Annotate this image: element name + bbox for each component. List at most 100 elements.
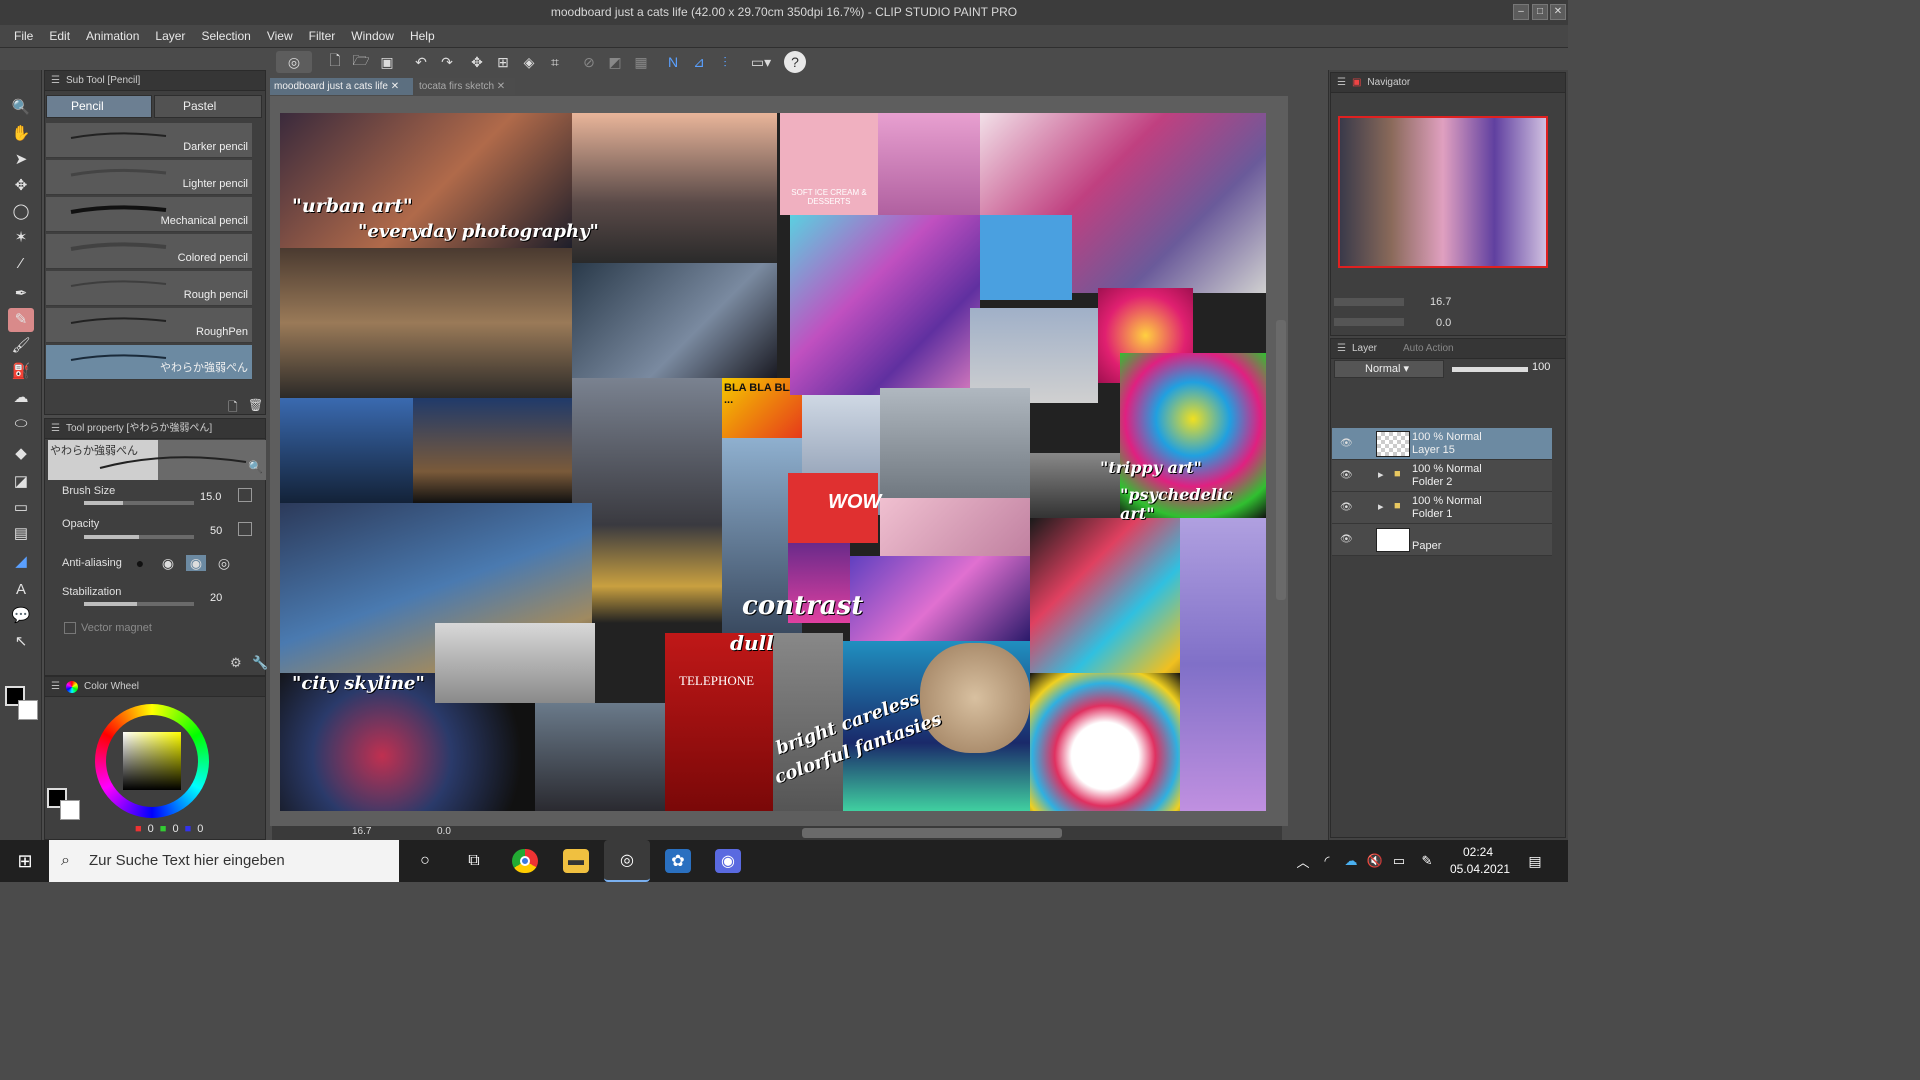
zoom-value[interactable]: 16.7 <box>352 826 371 837</box>
aa-none-icon[interactable]: ● <box>130 555 150 571</box>
color-wheel-tab-icon[interactable] <box>65 680 78 693</box>
pencil-tool-icon[interactable]: ✎ <box>8 308 34 332</box>
special-ruler-icon[interactable]: ⊿ <box>688 51 710 73</box>
hue-ring[interactable] <box>95 704 209 818</box>
brush-yawaraka-pen[interactable]: やわらか強弱ぺん <box>46 345 252 380</box>
cortana-icon[interactable]: ○ <box>412 849 438 873</box>
wrench-icon[interactable]: 🔧 <box>252 655 268 671</box>
navigator-zoom-slider[interactable] <box>1334 298 1404 306</box>
correct-line-icon[interactable]: ↖ <box>8 630 34 654</box>
frame-tool-icon[interactable]: ▤ <box>8 522 34 546</box>
opacity-slider[interactable] <box>84 535 194 539</box>
tab-layer[interactable]: Layer <box>1352 339 1377 359</box>
color-sub-swatch[interactable] <box>60 800 80 820</box>
fill-tool-icon[interactable]: ◆ <box>8 442 34 466</box>
menu-view[interactable]: View <box>259 25 301 47</box>
brush-size-slider[interactable] <box>84 501 194 505</box>
layer-row-layer15[interactable]: 👁 100 % Normal Layer 15 <box>1332 428 1552 460</box>
clock[interactable]: 02:24 05.04.2021 <box>1450 844 1510 878</box>
pen-input-icon[interactable]: ✎ <box>1414 849 1440 873</box>
menu-filter[interactable]: Filter <box>301 25 344 47</box>
text-tool-icon[interactable]: A <box>8 578 34 602</box>
layer-opacity-value[interactable]: 100 <box>1532 361 1550 373</box>
taskbar-search-input[interactable]: ⌕ Zur Suche Text hier eingeben <box>49 840 399 882</box>
menu-edit[interactable]: Edit <box>41 25 78 47</box>
navigator-angle-slider[interactable] <box>1334 318 1404 326</box>
brush-darker-pencil[interactable]: Darker pencil <box>46 123 252 158</box>
aa-medium-icon[interactable]: ◉ <box>186 555 206 571</box>
discord-icon[interactable]: ◉ <box>715 849 741 873</box>
hand-tool-icon[interactable]: ✋ <box>8 122 34 146</box>
zoom-preview-icon[interactable]: 🔍 <box>248 460 263 474</box>
tab-moodboard[interactable]: moodboard just a cats life ✕ <box>270 78 413 95</box>
lasso-icon[interactable]: ◯ <box>8 200 34 224</box>
brush-lighter-pencil[interactable]: Lighter pencil <box>46 160 252 195</box>
operation-tool-icon[interactable]: ➤ <box>8 148 34 172</box>
eyedropper-icon[interactable]: ⁄ <box>8 252 34 276</box>
tray-overflow-icon[interactable]: ︿ <box>1290 849 1316 873</box>
ruler-snap-icon[interactable]: N <box>662 51 684 73</box>
figure-tool-icon[interactable]: ▭ <box>8 496 34 520</box>
layer-opacity-slider[interactable] <box>1452 367 1528 372</box>
zoom-tool-icon[interactable]: 🔍 <box>8 96 34 120</box>
menu-layer[interactable]: Layer <box>147 25 193 47</box>
gradient-tool-icon[interactable]: ◪ <box>8 470 34 494</box>
onedrive-icon[interactable]: ☁ <box>1338 849 1364 873</box>
invert-selection-icon[interactable]: ◩ <box>604 51 626 73</box>
move-layer-icon[interactable]: ✥ <box>8 174 34 198</box>
moodboard-artwork[interactable]: TELEPHONE BLA BLA BLA ... SOFT ICE CREAM… <box>280 113 1266 811</box>
clip-studio-icon[interactable]: ◎ <box>276 51 312 73</box>
task-view-icon[interactable]: ⧉ <box>461 849 487 873</box>
fill-icon[interactable]: ◈ <box>518 51 540 73</box>
brush-mechanical-pencil[interactable]: Mechanical pencil <box>46 197 252 232</box>
transform-icon[interactable]: ✥ <box>466 51 488 73</box>
file-explorer-icon[interactable]: ▬ <box>563 849 589 873</box>
visibility-eye-icon[interactable]: 👁 <box>1340 438 1353 449</box>
expand-arrow-icon[interactable]: ▸ <box>1378 468 1384 481</box>
stabilization-slider[interactable] <box>84 602 194 606</box>
layer-row-folder1[interactable]: 👁 ▸ ■ 100 % Normal Folder 1 <box>1332 492 1552 524</box>
crop-icon[interactable]: ⌗ <box>544 51 566 73</box>
visibility-eye-icon[interactable]: 👁 <box>1340 534 1353 545</box>
visibility-eye-icon[interactable]: 👁 <box>1340 502 1353 513</box>
select-all-icon[interactable]: ▦ <box>630 51 652 73</box>
windows-start-icon[interactable]: ⊞ <box>12 849 38 873</box>
expand-arrow-icon[interactable]: ▸ <box>1378 500 1384 513</box>
scale-icon[interactable]: ⊞ <box>492 51 514 73</box>
stabilization-value[interactable]: 20 <box>210 592 222 604</box>
undo-icon[interactable]: ↶ <box>410 51 432 73</box>
add-preset-icon[interactable]: 🗋 <box>228 398 238 419</box>
brush-colored-pencil[interactable]: Colored pencil <box>46 234 252 269</box>
open-file-icon[interactable]: 🗁 <box>350 51 372 73</box>
notification-icon[interactable]: ▤ <box>1522 849 1548 873</box>
saturation-value-square[interactable] <box>123 732 181 790</box>
clip-studio-launcher-icon[interactable]: ✿ <box>665 849 691 873</box>
horizontal-scrollbar[interactable] <box>802 828 1062 838</box>
opacity-pressure-icon[interactable] <box>238 522 252 536</box>
tab-pastel[interactable]: Pastel <box>154 95 262 118</box>
layer-row-paper[interactable]: 👁 Paper <box>1332 524 1552 556</box>
aa-strong-icon[interactable]: ◎ <box>214 555 234 571</box>
select-clear-icon[interactable]: ⊘ <box>578 51 600 73</box>
vector-magnet-checkbox[interactable] <box>64 622 76 634</box>
pen-tool-icon[interactable]: ✒ <box>8 282 34 306</box>
new-file-icon[interactable]: 🗋 <box>324 51 346 73</box>
airbrush-icon[interactable]: ⛽ <box>8 360 34 384</box>
volume-muted-icon[interactable]: 🔇 <box>1362 849 1388 873</box>
maximize-button[interactable]: □ <box>1532 4 1548 20</box>
tab-auto-action[interactable]: Auto Action <box>1403 339 1454 359</box>
minimize-button[interactable]: – <box>1513 4 1529 20</box>
ruler-tool-icon[interactable]: ◢ <box>8 550 34 574</box>
tab-tocata-sketch[interactable]: tocata firs sketch ✕ <box>415 78 515 95</box>
menu-file[interactable]: File <box>6 25 41 47</box>
vertical-scrollbar[interactable] <box>1276 320 1286 600</box>
menu-animation[interactable]: Animation <box>78 25 147 47</box>
display-options-icon[interactable]: ▭▾ <box>746 51 776 73</box>
grid-snap-icon[interactable]: ⫶ <box>714 51 736 73</box>
opacity-value[interactable]: 50 <box>210 525 222 537</box>
blend-mode-select[interactable]: Normal ▾ <box>1334 360 1444 378</box>
clip-studio-taskbar-icon[interactable]: ◎ <box>604 840 650 882</box>
close-button[interactable]: ✕ <box>1550 4 1566 20</box>
brush-roughpen[interactable]: RoughPen <box>46 308 252 343</box>
blend-tool-icon[interactable]: ☁ <box>8 386 34 410</box>
